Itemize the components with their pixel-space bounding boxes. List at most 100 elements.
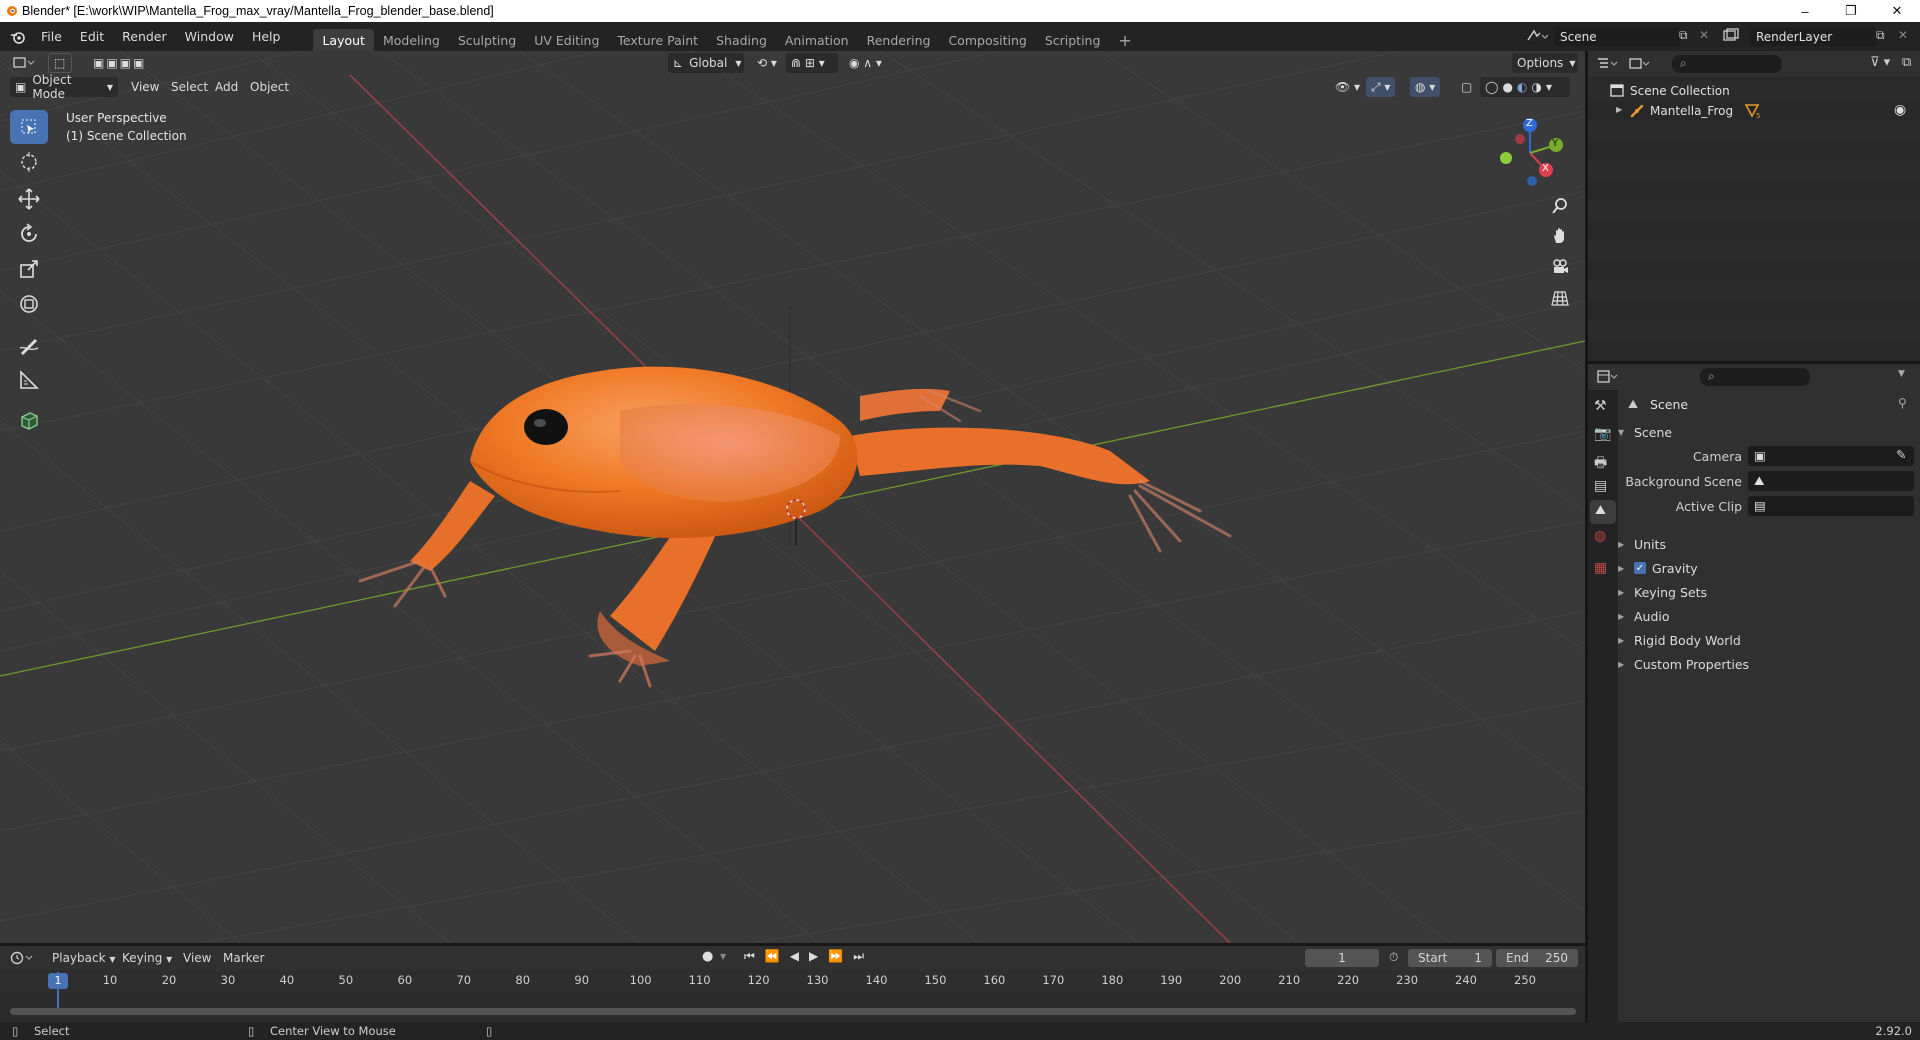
properties-search-input[interactable]: ⌕ (1700, 368, 1810, 386)
frame-ruler[interactable]: 10 20 30 40 50 60 70 80 90 100 110 120 130 140 150 160 1… (0, 970, 1585, 992)
menu-add[interactable]: Add (210, 77, 243, 97)
transform-orientation-dropdown[interactable]: ⊾ Global ▼ (668, 53, 744, 73)
transform-tool-icon[interactable] (10, 287, 48, 321)
background-scene-field[interactable]: ⛰ (1748, 471, 1914, 491)
tab-layout[interactable]: Layout (313, 29, 374, 51)
snap-icon[interactable]: ⋒ ⊞ ▾ (786, 53, 838, 73)
object-mode-dropdown[interactable]: ▣ Object Mode ▼ (10, 73, 118, 101)
menu-help[interactable]: Help (243, 29, 290, 44)
menu-edit[interactable]: Edit (71, 29, 113, 44)
scale-tool-icon[interactable] (10, 252, 48, 286)
camera-field[interactable]: ▣ ✎ (1748, 446, 1914, 466)
panel-keying-sets-header[interactable]: ▶ Keying Sets (1618, 580, 1918, 604)
xray-toggle-icon[interactable]: ▢ (1456, 77, 1477, 97)
select-tool-icon[interactable]: ⬚ (48, 53, 72, 73)
view-layer-icon[interactable] (1722, 28, 1744, 47)
delete-scene-icon[interactable]: ✕ (1699, 28, 1709, 42)
annotate-tool-icon[interactable] (10, 328, 48, 362)
camera-view-icon[interactable] (1546, 253, 1574, 281)
tab-scripting[interactable]: Scripting (1036, 29, 1110, 51)
blender-menu-icon[interactable] (10, 30, 26, 44)
options-dropdown[interactable]: Options ▼ (1512, 53, 1578, 73)
panel-units-header[interactable]: ▶ Units (1618, 532, 1918, 556)
menu-marker[interactable]: Marker (223, 951, 264, 965)
menu-render[interactable]: Render (113, 29, 176, 44)
menu-object[interactable]: Object (245, 77, 294, 97)
eyedropper-icon[interactable]: ✎ (1896, 447, 1906, 462)
timeline-scrollbar[interactable] (10, 1008, 1576, 1015)
tab-texture-paint[interactable]: Texture Paint (608, 29, 707, 51)
properties-panel[interactable]: ⌕ ▼ ⚒ 📷 🖶 ▤ ⛰ ◍ ▦ ⛰ Scene ⚲ ▼ Scene Came… (1588, 364, 1920, 1040)
menu-keying[interactable]: Keying ▼ (122, 951, 172, 965)
material-shading-icon[interactable]: ◐ (1517, 80, 1527, 94)
panel-gravity-header[interactable]: ▶ ✓ Gravity (1618, 556, 1918, 580)
scene-name-field[interactable]: Scene (1554, 27, 1680, 46)
outliner-row-mantella-frog[interactable]: ▶ Mantella_Frog 5 ◉ (1588, 101, 1920, 121)
display-mode-icon[interactable] (1628, 56, 1654, 75)
filter-icon[interactable]: ⊽ ▾ (1870, 55, 1890, 70)
solid-shading-icon[interactable]: ● (1502, 80, 1512, 94)
panel-custom-properties-header[interactable]: ▶ Custom Properties (1618, 652, 1918, 676)
wireframe-shading-icon[interactable]: ◯ (1485, 80, 1498, 94)
minimize-button[interactable]: – (1782, 0, 1828, 22)
tool-tab-icon[interactable]: ⚒ (1594, 398, 1607, 414)
rendered-shading-icon[interactable]: ◑ (1531, 80, 1541, 94)
current-frame-field[interactable]: 1 (1305, 949, 1379, 967)
jump-to-end-icon[interactable]: ⏭ (853, 949, 864, 967)
3d-viewport[interactable]: ⬚ ▣▣▣▣ ⊾ Global ▼ ⟲ ▾ ⋒ ⊞ ▾ ◉ ∧ ▾ Option… (0, 51, 1585, 943)
texture-tab-icon[interactable]: ▦ (1594, 560, 1607, 576)
editor-type-button[interactable] (8, 53, 44, 73)
move-tool-icon[interactable] (10, 182, 48, 216)
play-reverse-icon[interactable]: ◀ (790, 949, 799, 967)
outliner-panel[interactable]: ⌕ ⊽ ▾ ⧉ Scene Collection ▶ Mantella_Frog… (1588, 51, 1920, 361)
chevron-down-icon[interactable]: ▼ (1898, 369, 1905, 379)
menu-playback[interactable]: Playback ▼ (52, 951, 116, 965)
expand-arrow-icon[interactable]: ▶ (1616, 105, 1622, 114)
jump-to-start-icon[interactable]: ⏮ (744, 949, 755, 967)
add-cube-tool-icon[interactable] (10, 403, 48, 437)
renderlayer-name-field[interactable]: RenderLayer (1750, 27, 1876, 46)
menu-timeline-view[interactable]: View (183, 951, 211, 965)
pivot-point-icon[interactable]: ⟲ ▾ (752, 53, 782, 73)
gravity-checkbox[interactable]: ✓ (1634, 562, 1646, 574)
tab-shading[interactable]: Shading (707, 29, 776, 51)
jump-to-keyframe-icon[interactable]: ⏪ (765, 949, 780, 967)
menu-view[interactable]: View (126, 77, 164, 97)
perspective-grid-icon[interactable] (1546, 284, 1574, 312)
menu-file[interactable]: File (32, 29, 71, 44)
rotate-tool-icon[interactable] (10, 217, 48, 251)
gizmo-toggle-icon[interactable]: ⤢ ▾ (1366, 77, 1396, 97)
pin-icon[interactable]: ⚲ (1898, 396, 1907, 410)
shading-mode-buttons[interactable]: ◯ ● ◐ ◑ ▼ (1480, 77, 1570, 97)
visibility-icon[interactable]: 👁 ▾ (1330, 77, 1365, 97)
proportional-edit-icon[interactable]: ◉ ∧ ▾ (844, 53, 887, 73)
new-layer-icon[interactable]: ⧉ (1876, 28, 1885, 43)
active-clip-field[interactable]: ▤ (1748, 496, 1914, 516)
start-frame-field[interactable]: Start 1 (1408, 949, 1492, 967)
delete-layer-icon[interactable]: ✕ (1898, 28, 1908, 42)
zoom-icon[interactable] (1546, 192, 1574, 220)
frog-model[interactable] (358, 366, 1232, 688)
selection-mode-buttons[interactable]: ▣▣▣▣ (88, 53, 182, 73)
panel-scene-header[interactable]: ▼ Scene (1618, 420, 1918, 444)
eye-visibility-icon[interactable]: ◉ (1894, 102, 1906, 118)
tab-modeling[interactable]: Modeling (374, 29, 449, 51)
stopwatch-icon[interactable]: ⏱ (1389, 950, 1398, 965)
restore-button[interactable]: ❐ (1828, 0, 1874, 22)
add-workspace-button[interactable]: + (1109, 29, 1140, 51)
close-window-button[interactable]: ✕ (1874, 0, 1920, 22)
menu-select[interactable]: Select (166, 77, 213, 97)
play-icon[interactable]: ▶ (809, 949, 818, 967)
new-scene-icon[interactable]: ⧉ (1679, 28, 1688, 43)
pan-hand-icon[interactable] (1546, 222, 1574, 250)
tab-uv-editing[interactable]: UV Editing (525, 29, 608, 51)
properties-editor-type-icon[interactable] (1596, 369, 1622, 388)
outliner-row-scene-collection[interactable]: Scene Collection (1588, 81, 1920, 101)
measure-tool-icon[interactable] (10, 363, 48, 397)
tab-rendering[interactable]: Rendering (858, 29, 940, 51)
panel-audio-header[interactable]: ▶ Audio (1618, 604, 1918, 628)
navigation-gizmo[interactable]: Z Y X (1490, 113, 1570, 193)
tab-sculpting[interactable]: Sculpting (449, 29, 525, 51)
select-box-tool-icon[interactable] (10, 110, 48, 144)
outliner-search-input[interactable]: ⌕ (1672, 55, 1782, 73)
